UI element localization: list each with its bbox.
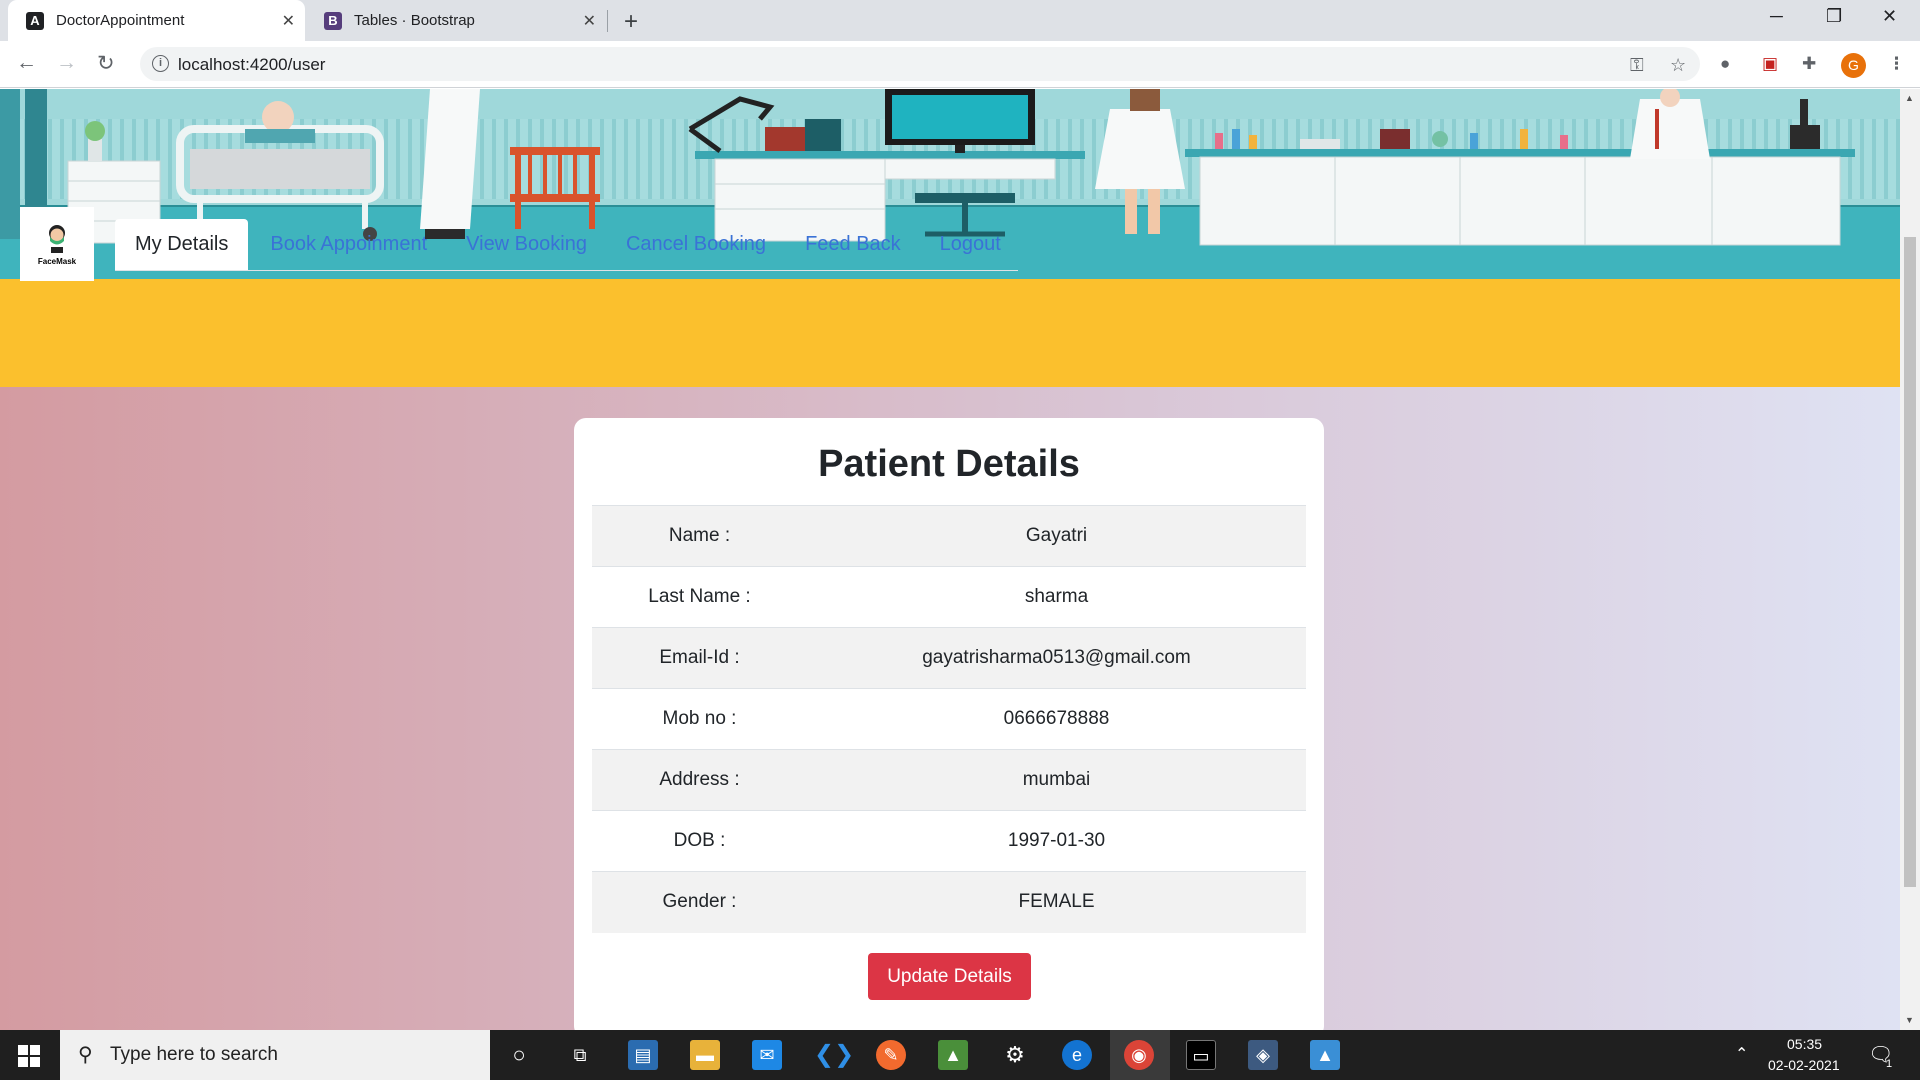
row-label: Name : bbox=[592, 505, 807, 567]
scrollbar-thumb[interactable] bbox=[1904, 237, 1916, 887]
table-row: Email-Id : gayatrisharma0513@gmail.com bbox=[592, 627, 1306, 689]
facemask-logo[interactable]: FaceMask bbox=[20, 207, 94, 281]
table-row: Mob no : 0666678888 bbox=[592, 688, 1306, 750]
tab-divider bbox=[607, 10, 608, 32]
bootstrap-icon: B bbox=[324, 11, 342, 30]
windows-taskbar: ⚲ Type here to search ○ ⧉ ▤ ▬ ✉ ❮❯ ✎ ▲ ⚙… bbox=[0, 1030, 1920, 1080]
scroll-down-arrow-icon[interactable]: ▼ bbox=[1905, 1015, 1914, 1025]
browser-tab-doctorappointment[interactable]: A DoctorAppointment ✕ bbox=[8, 0, 305, 41]
tab-book-appointment[interactable]: Book Appoinment bbox=[248, 219, 444, 270]
url-text: localhost:4200/user bbox=[178, 55, 326, 74]
windows-start-icon[interactable] bbox=[18, 1045, 40, 1067]
edge-icon[interactable]: e bbox=[1062, 1040, 1092, 1070]
row-value: mumbai bbox=[807, 749, 1306, 811]
clock-date[interactable]: 02-02-2021 bbox=[1768, 1057, 1840, 1073]
tab-my-details[interactable]: My Details bbox=[115, 219, 249, 270]
reload-icon[interactable]: ↻ bbox=[97, 51, 115, 76]
mysql-workbench-icon[interactable]: ◈ bbox=[1248, 1040, 1278, 1070]
page-scrollbar[interactable]: ▲ ▼ bbox=[1900, 89, 1920, 1030]
row-label: Gender : bbox=[592, 871, 807, 933]
row-label: DOB : bbox=[592, 810, 807, 872]
close-tab-icon[interactable]: ✕ bbox=[282, 11, 295, 31]
minimize-button[interactable]: ─ bbox=[1770, 6, 1783, 27]
browser-toolbar: ← → ↻ i localhost:4200/user ⚿ ☆ ● ▣ ✚ G … bbox=[0, 41, 1920, 88]
image-app-icon[interactable]: ▲ bbox=[938, 1040, 968, 1070]
mail-icon[interactable]: ✉ bbox=[752, 1040, 782, 1070]
taskbar-search-box[interactable]: ⚲ Type here to search bbox=[60, 1030, 490, 1080]
puzzle-extensions-icon[interactable]: ✚ bbox=[1802, 54, 1816, 74]
file-explorer-icon[interactable]: ▬ bbox=[690, 1040, 720, 1070]
row-label: Email-Id : bbox=[592, 627, 807, 689]
tab-logout[interactable]: Logout bbox=[918, 219, 1018, 270]
logo-text: FaceMask bbox=[37, 257, 77, 266]
card-title: Patient Details bbox=[818, 443, 1080, 485]
patient-details-card: Patient Details Name : Gayatri Last Name… bbox=[574, 418, 1324, 1030]
row-value: FEMALE bbox=[807, 871, 1306, 933]
store-icon[interactable]: ▤ bbox=[628, 1040, 658, 1070]
chrome-icon[interactable]: ◉ bbox=[1124, 1040, 1154, 1070]
update-details-button[interactable]: Update Details bbox=[868, 953, 1031, 1000]
face-mask-icon bbox=[49, 225, 65, 253]
row-label: Address : bbox=[592, 749, 807, 811]
page-viewport: FaceMask My Details Book Appoinment View… bbox=[0, 89, 1900, 1030]
patient-details-table: Name : Gayatri Last Name : sharma Email-… bbox=[592, 505, 1306, 933]
row-value: gayatrisharma0513@gmail.com bbox=[807, 627, 1306, 689]
row-label: Mob no : bbox=[592, 688, 807, 750]
angular-icon: A bbox=[26, 11, 44, 30]
tab-title: DoctorAppointment bbox=[56, 12, 185, 29]
row-value: 0666678888 bbox=[807, 688, 1306, 750]
table-row: Name : Gayatri bbox=[592, 505, 1306, 567]
cortana-icon[interactable]: ○ bbox=[504, 1040, 534, 1070]
table-row: Address : mumbai bbox=[592, 749, 1306, 811]
tab-title: Tables · Bootstrap bbox=[354, 12, 475, 29]
table-row: Last Name : sharma bbox=[592, 566, 1306, 628]
search-icon: ⚲ bbox=[78, 1044, 93, 1066]
new-tab-button[interactable]: + bbox=[624, 8, 638, 36]
row-value: Gayatri bbox=[807, 505, 1306, 567]
tab-cancel-booking[interactable]: Cancel Booking bbox=[604, 219, 783, 270]
vscode-icon[interactable]: ❮❯ bbox=[814, 1040, 854, 1070]
close-tab-icon[interactable]: ✕ bbox=[583, 11, 596, 31]
search-placeholder: Type here to search bbox=[110, 1044, 278, 1065]
table-row: Gender : FEMALE bbox=[592, 871, 1306, 933]
photos-icon[interactable]: ▲ bbox=[1310, 1040, 1340, 1070]
row-label: Last Name : bbox=[592, 566, 807, 628]
profile-avatar[interactable]: G bbox=[1841, 53, 1866, 78]
browser-tab-strip: A DoctorAppointment ✕ B Tables · Bootstr… bbox=[0, 0, 1920, 41]
scroll-up-arrow-icon[interactable]: ▲ bbox=[1905, 93, 1914, 103]
settings-gear-icon[interactable]: ⚙ bbox=[1000, 1040, 1030, 1070]
row-value: sharma bbox=[807, 566, 1306, 628]
address-bar[interactable]: i localhost:4200/user ⚿ ☆ bbox=[140, 47, 1700, 81]
pocket-extension-icon[interactable]: ▣ bbox=[1762, 54, 1778, 74]
key-icon[interactable]: ⚿ bbox=[1630, 55, 1644, 76]
postman-icon[interactable]: ✎ bbox=[876, 1040, 906, 1070]
table-row: DOB : 1997-01-30 bbox=[592, 810, 1306, 872]
terminal-icon[interactable]: ▭ bbox=[1186, 1040, 1216, 1070]
row-value: 1997-01-30 bbox=[807, 810, 1306, 872]
kebab-menu-icon[interactable]: ⋮ bbox=[1888, 54, 1905, 74]
back-arrow-icon[interactable]: ← bbox=[16, 51, 37, 75]
top-navbar bbox=[0, 279, 1900, 387]
tray-chevron-icon[interactable]: ⌃ bbox=[1735, 1044, 1748, 1064]
bookmark-star-icon[interactable]: ☆ bbox=[1670, 55, 1686, 76]
forward-arrow-icon[interactable]: → bbox=[56, 51, 77, 75]
tab-feed-back[interactable]: Feed Back bbox=[783, 219, 918, 270]
tab-view-booking[interactable]: View Booking bbox=[444, 219, 604, 270]
close-window-button[interactable]: ✕ bbox=[1882, 6, 1897, 27]
extension-icon[interactable]: ● bbox=[1720, 54, 1730, 74]
site-info-icon[interactable]: i bbox=[152, 55, 169, 72]
browser-tab-bootstrap[interactable]: B Tables · Bootstrap ✕ bbox=[306, 0, 606, 41]
restore-button[interactable]: ❐ bbox=[1826, 6, 1842, 27]
clock-time[interactable]: 05:35 bbox=[1787, 1036, 1822, 1052]
nav-tabs: My Details Book Appoinment View Booking … bbox=[115, 219, 1018, 271]
task-view-icon[interactable]: ⧉ bbox=[565, 1040, 595, 1070]
notification-count: 1 bbox=[1886, 1058, 1893, 1070]
